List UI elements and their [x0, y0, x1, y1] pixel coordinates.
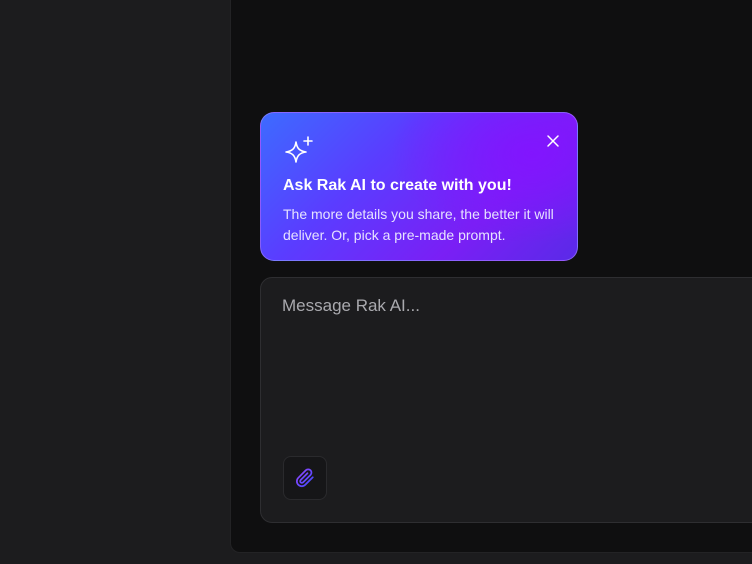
attach-button[interactable]: [283, 456, 327, 500]
ai-promo-card: Ask Rak AI to create with you! The more …: [260, 112, 578, 261]
message-composer: [260, 277, 752, 523]
promo-description: The more details you share, the better i…: [283, 206, 554, 243]
promo-title: Ask Rak AI to create with you!: [283, 177, 512, 194]
sparkle-icon: [285, 136, 313, 163]
message-input[interactable]: [282, 296, 742, 446]
close-icon[interactable]: [543, 131, 563, 151]
left-sidebar-background: [0, 0, 230, 564]
paperclip-icon: [295, 468, 314, 488]
